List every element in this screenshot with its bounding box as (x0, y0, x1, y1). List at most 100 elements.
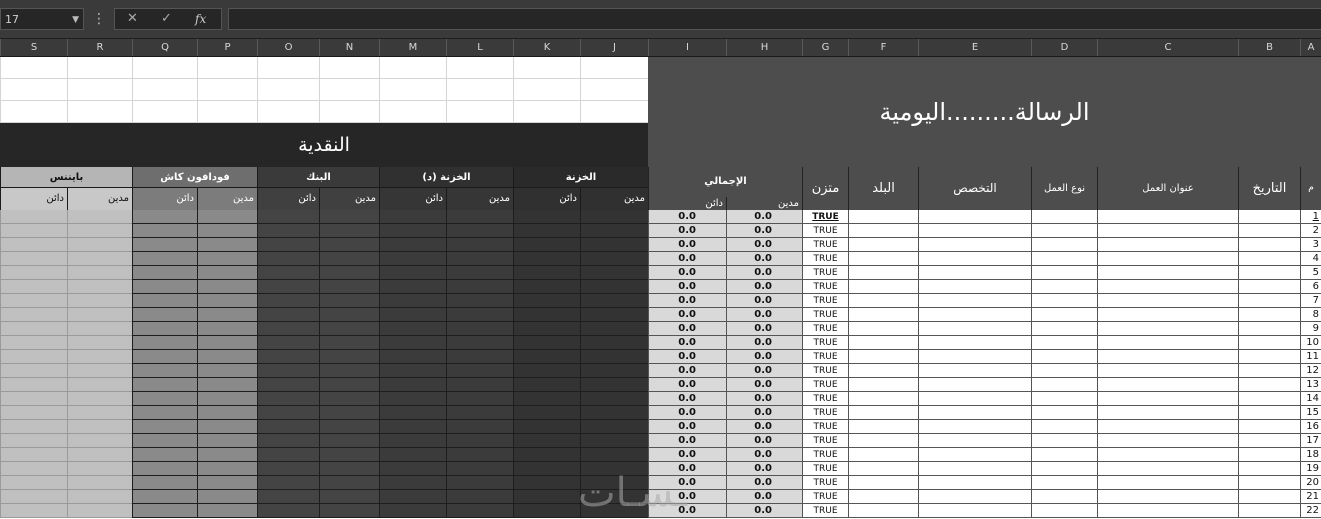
empty-cell[interactable] (132, 79, 197, 101)
cash-cell[interactable] (319, 378, 379, 392)
cash-cell[interactable] (319, 224, 379, 238)
total-credit-cell[interactable]: 0.0 (648, 392, 726, 406)
specialty-cell[interactable] (918, 238, 1031, 252)
cash-cell[interactable] (132, 392, 197, 406)
cash-cell[interactable] (197, 210, 257, 224)
total-credit-cell[interactable]: 0.0 (648, 280, 726, 294)
cash-cell[interactable] (0, 420, 67, 434)
cash-cell[interactable] (319, 392, 379, 406)
country-cell[interactable] (848, 280, 918, 294)
cash-cell[interactable] (580, 448, 648, 462)
formula-input[interactable] (228, 8, 1321, 30)
cash-cell[interactable] (197, 364, 257, 378)
row-number[interactable]: 21 (1300, 490, 1321, 504)
cash-cell[interactable] (0, 392, 67, 406)
empty-cell[interactable] (513, 79, 580, 101)
cash-cell[interactable] (0, 224, 67, 238)
balanced-cell[interactable]: TRUE (802, 336, 848, 350)
job-title-cell[interactable] (1097, 280, 1238, 294)
total-debit-cell[interactable]: 0.0 (726, 322, 802, 336)
cash-cell[interactable] (379, 224, 446, 238)
total-credit-cell[interactable]: 0.0 (648, 406, 726, 420)
specialty-cell[interactable] (918, 350, 1031, 364)
cash-cell[interactable] (513, 252, 580, 266)
balanced-cell[interactable]: TRUE (802, 266, 848, 280)
cash-cell[interactable] (513, 462, 580, 476)
cash-cell[interactable] (319, 308, 379, 322)
column-header-S[interactable]: S (0, 39, 67, 56)
date-cell[interactable] (1238, 252, 1300, 266)
specialty-cell[interactable] (918, 280, 1031, 294)
cash-cell[interactable] (446, 224, 513, 238)
cash-cell[interactable] (379, 476, 446, 490)
cash-cell[interactable] (67, 252, 132, 266)
total-debit-cell[interactable]: 0.0 (726, 252, 802, 266)
total-credit-cell[interactable]: 0.0 (648, 364, 726, 378)
country-cell[interactable] (848, 308, 918, 322)
empty-cell[interactable] (319, 79, 379, 101)
total-credit-cell[interactable]: 0.0 (648, 266, 726, 280)
cash-cell[interactable] (580, 406, 648, 420)
total-credit-cell[interactable]: 0.0 (648, 434, 726, 448)
cash-cell[interactable] (319, 364, 379, 378)
column-header-C[interactable]: C (1097, 39, 1238, 56)
cash-cell[interactable] (0, 350, 67, 364)
cash-cell[interactable] (197, 350, 257, 364)
date-cell[interactable] (1238, 420, 1300, 434)
cash-cell[interactable] (379, 378, 446, 392)
cash-cell[interactable] (446, 336, 513, 350)
cash-cell[interactable] (0, 462, 67, 476)
cash-cell[interactable] (379, 462, 446, 476)
empty-cell[interactable] (257, 79, 319, 101)
cash-cell[interactable] (197, 238, 257, 252)
cash-cell[interactable] (580, 252, 648, 266)
cash-cell[interactable] (379, 420, 446, 434)
cash-cell[interactable] (67, 406, 132, 420)
cash-cell[interactable] (197, 448, 257, 462)
specialty-cell[interactable] (918, 336, 1031, 350)
cash-cell[interactable] (67, 224, 132, 238)
cash-cell[interactable] (319, 406, 379, 420)
country-cell[interactable] (848, 448, 918, 462)
cash-cell[interactable] (197, 406, 257, 420)
cash-cell[interactable] (513, 448, 580, 462)
row-number[interactable]: 4 (1300, 252, 1321, 266)
row-number[interactable]: 8 (1300, 308, 1321, 322)
empty-cell[interactable] (0, 101, 67, 123)
column-header-B[interactable]: B (1238, 39, 1300, 56)
cash-cell[interactable] (67, 392, 132, 406)
country-cell[interactable] (848, 224, 918, 238)
cash-cell[interactable] (132, 224, 197, 238)
total-credit-cell[interactable]: 0.0 (648, 224, 726, 238)
row-number[interactable]: 22 (1300, 504, 1321, 518)
balanced-cell[interactable]: TRUE (802, 504, 848, 518)
cash-cell[interactable] (257, 322, 319, 336)
column-header-E[interactable]: E (918, 39, 1031, 56)
cash-cell[interactable] (67, 448, 132, 462)
row-number[interactable]: 11 (1300, 350, 1321, 364)
balanced-cell[interactable]: TRUE (802, 448, 848, 462)
job-title-cell[interactable] (1097, 252, 1238, 266)
cash-cell[interactable] (0, 476, 67, 490)
column-header-N[interactable]: N (319, 39, 379, 56)
job-title-cell[interactable] (1097, 294, 1238, 308)
cash-cell[interactable] (580, 378, 648, 392)
empty-cell[interactable] (132, 57, 197, 79)
job-title-cell[interactable] (1097, 378, 1238, 392)
total-debit-cell[interactable]: 0.0 (726, 224, 802, 238)
cash-cell[interactable] (197, 476, 257, 490)
cash-cell[interactable] (197, 294, 257, 308)
empty-cell[interactable] (319, 101, 379, 123)
column-header-P[interactable]: P (197, 39, 257, 56)
cash-cell[interactable] (379, 294, 446, 308)
cash-cell[interactable] (257, 434, 319, 448)
job-title-cell[interactable] (1097, 210, 1238, 224)
date-cell[interactable] (1238, 308, 1300, 322)
total-debit-cell[interactable]: 0.0 (726, 434, 802, 448)
cash-cell[interactable] (580, 294, 648, 308)
balanced-cell[interactable]: TRUE (802, 476, 848, 490)
total-credit-cell[interactable]: 0.0 (648, 322, 726, 336)
job-type-cell[interactable] (1031, 294, 1097, 308)
empty-cell[interactable] (446, 79, 513, 101)
cash-cell[interactable] (0, 294, 67, 308)
